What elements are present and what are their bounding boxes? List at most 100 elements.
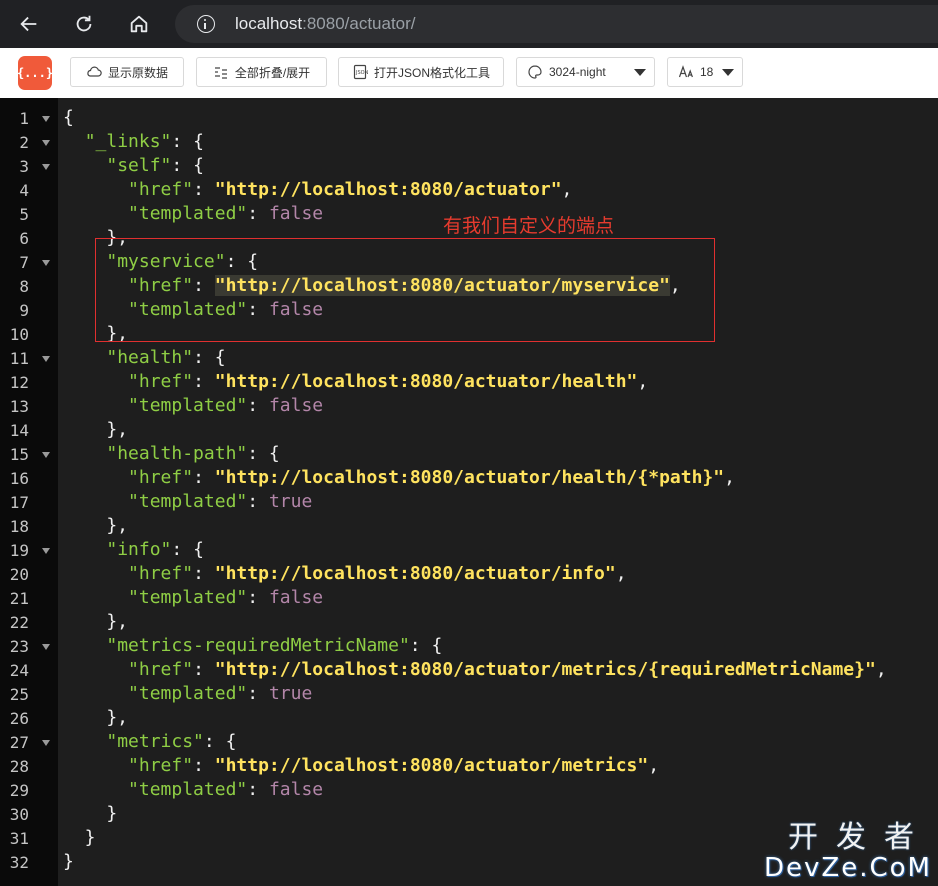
code-line: "templated": true bbox=[63, 490, 312, 514]
json-punctuation bbox=[63, 179, 128, 200]
json-string: "http://localhost:8080/actuator/metrics" bbox=[214, 755, 649, 776]
json-punctuation: } bbox=[63, 851, 74, 872]
line-number-text: 17 bbox=[9, 493, 29, 512]
json-punctuation: : { bbox=[171, 131, 204, 152]
line-number: 13 bbox=[0, 394, 58, 418]
show-raw-label: 显示原数据 bbox=[107, 65, 168, 80]
home-button[interactable] bbox=[121, 6, 157, 42]
json-punctuation: : bbox=[247, 587, 269, 608]
line-number-text: 24 bbox=[9, 661, 29, 680]
line-number: 2 bbox=[0, 130, 58, 154]
fold-toggle-icon[interactable] bbox=[42, 548, 50, 554]
line-number: 20 bbox=[0, 562, 58, 586]
json-punctuation: } bbox=[63, 827, 96, 848]
fold-toggle-button[interactable]: 全部折叠/展开 bbox=[196, 57, 327, 87]
line-number: 3 bbox=[0, 154, 58, 178]
theme-value: 3024-night bbox=[549, 65, 606, 79]
watermark: 开发者 DevZe.CoM bbox=[764, 822, 932, 883]
json-boolean: true bbox=[268, 491, 313, 512]
json-key: "health-path" bbox=[106, 443, 248, 464]
line-number-text: 11 bbox=[9, 349, 29, 368]
json-punctuation: : { bbox=[171, 539, 204, 560]
json-punctuation: }, bbox=[63, 707, 129, 728]
fold-icon bbox=[214, 67, 227, 79]
code-line: "templated": false bbox=[63, 394, 323, 418]
home-icon bbox=[130, 15, 148, 33]
fold-toggle-icon[interactable] bbox=[42, 140, 50, 146]
json-key: "href" bbox=[128, 371, 194, 392]
code-line: "templated": true bbox=[63, 682, 312, 706]
json-boolean: false bbox=[268, 779, 324, 800]
json-punctuation: , bbox=[615, 563, 627, 584]
fold-toggle-icon[interactable] bbox=[42, 260, 50, 266]
json-punctuation: : { bbox=[409, 635, 443, 656]
show-raw-button[interactable]: 显示原数据 bbox=[70, 57, 184, 87]
json-punctuation: { bbox=[63, 107, 74, 128]
json-punctuation: : bbox=[247, 683, 269, 704]
json-key: "info" bbox=[106, 539, 172, 560]
code-line: "href": "http://localhost:8080/actuator"… bbox=[63, 178, 572, 202]
json-punctuation: }, bbox=[63, 611, 129, 632]
line-number-text: 29 bbox=[9, 781, 29, 800]
line-number-text: 21 bbox=[9, 589, 29, 608]
json-boolean: false bbox=[268, 203, 324, 224]
json-key: "templated" bbox=[128, 203, 248, 224]
code-line: "info": { bbox=[63, 538, 204, 562]
fold-toggle-icon[interactable] bbox=[42, 356, 50, 362]
json-viewer-logo[interactable]: {...} bbox=[17, 56, 53, 90]
json-punctuation: : { bbox=[203, 731, 237, 752]
json-key: "templated" bbox=[128, 587, 248, 608]
json-punctuation bbox=[63, 539, 106, 560]
line-number-text: 19 bbox=[9, 541, 29, 560]
code-line: "href": "http://localhost:8080/actuator/… bbox=[63, 658, 887, 682]
line-number: 22 bbox=[0, 610, 58, 634]
code-line: "_links": { bbox=[63, 130, 204, 154]
line-number: 18 bbox=[0, 514, 58, 538]
line-number: 10 bbox=[0, 322, 58, 346]
json-punctuation bbox=[63, 755, 128, 776]
line-number-text: 28 bbox=[9, 757, 29, 776]
fold-toggle-icon[interactable] bbox=[42, 644, 50, 650]
site-info-icon[interactable] bbox=[197, 15, 215, 33]
fold-toggle-icon[interactable] bbox=[42, 740, 50, 746]
line-number-text: 5 bbox=[19, 205, 29, 224]
json-punctuation bbox=[63, 347, 106, 368]
address-bar[interactable]: localhost:8080/actuator/ bbox=[175, 5, 938, 43]
line-number-text: 20 bbox=[9, 565, 29, 584]
line-number: 6 bbox=[0, 226, 58, 250]
line-number-text: 15 bbox=[9, 445, 29, 464]
json-punctuation: : bbox=[193, 755, 215, 776]
code-line: "href": "http://localhost:8080/actuator/… bbox=[63, 370, 648, 394]
fold-toggle-icon[interactable] bbox=[42, 164, 50, 170]
json-punctuation: : bbox=[193, 563, 215, 584]
line-number-text: 22 bbox=[9, 613, 29, 632]
format-tool-label: 打开JSON格式化工具 bbox=[373, 65, 490, 80]
line-number: 26 bbox=[0, 706, 58, 730]
json-punctuation bbox=[63, 563, 128, 584]
json-punctuation: } bbox=[63, 803, 118, 824]
code-line: "href": "http://localhost:8080/actuator/… bbox=[63, 466, 735, 490]
line-number: 23 bbox=[0, 634, 58, 658]
json-file-icon: JSON bbox=[353, 64, 368, 80]
font-size-select[interactable]: 18 bbox=[667, 57, 743, 87]
format-tool-button[interactable]: JSON 打开JSON格式化工具 bbox=[338, 57, 504, 87]
line-number-text: 13 bbox=[9, 397, 29, 416]
json-punctuation bbox=[63, 731, 106, 752]
reload-button[interactable] bbox=[66, 6, 102, 42]
json-punctuation bbox=[63, 203, 128, 224]
json-punctuation bbox=[63, 491, 128, 512]
json-string: "http://localhost:8080/actuator/info" bbox=[214, 563, 616, 584]
json-key: "templated" bbox=[128, 491, 248, 512]
line-number: 16 bbox=[0, 466, 58, 490]
code-line: { bbox=[63, 106, 74, 130]
back-button[interactable] bbox=[11, 6, 47, 42]
json-punctuation bbox=[63, 155, 106, 176]
line-number: 1 bbox=[0, 106, 58, 130]
code-line: "templated": false bbox=[63, 202, 323, 226]
theme-select[interactable]: 3024-night bbox=[516, 57, 655, 87]
line-number-text: 25 bbox=[9, 685, 29, 704]
fold-toggle-icon[interactable] bbox=[42, 452, 50, 458]
url-text[interactable]: localhost:8080/actuator/ bbox=[235, 14, 416, 34]
json-punctuation: , bbox=[875, 659, 887, 680]
fold-toggle-icon[interactable] bbox=[42, 116, 50, 122]
